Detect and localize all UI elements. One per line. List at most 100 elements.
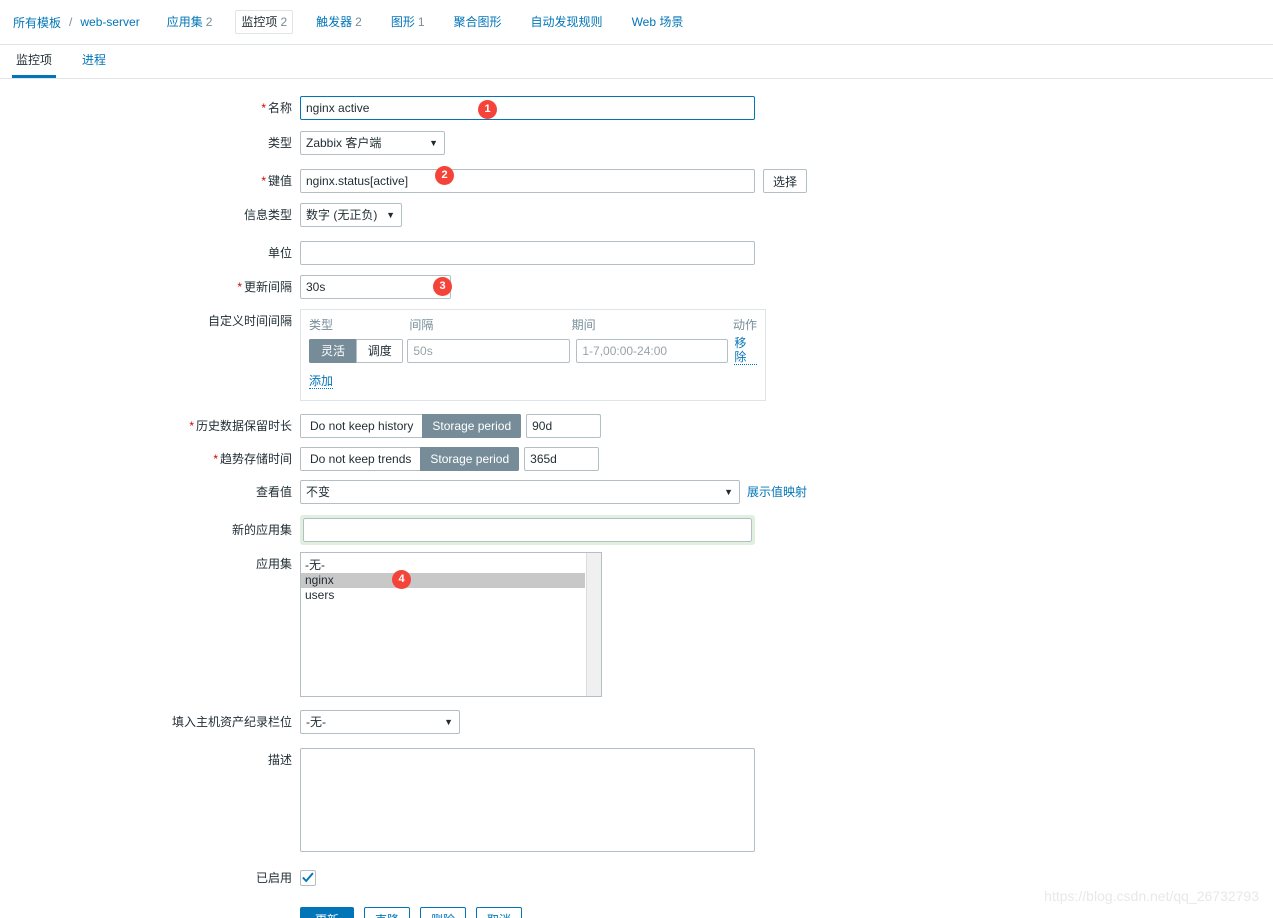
tab-item[interactable]: 监控项 — [12, 53, 57, 78]
nav-link-discovery-rules-label: 自动发现规则 — [530, 15, 603, 29]
trends-do-not-keep-button[interactable]: Do not keep trends — [300, 447, 421, 471]
delete-button[interactable]: 删除 — [420, 907, 467, 918]
nav-link-applications[interactable]: 应用集 2 — [161, 10, 219, 34]
field-applications: -无- nginx users — [300, 552, 602, 697]
breadcrumb-all-templates[interactable]: 所有模板 — [9, 11, 65, 34]
clone-button[interactable]: 克隆 — [364, 907, 411, 918]
new-application-input[interactable] — [303, 518, 752, 542]
type-dropdown[interactable]: Zabbix 客户端 ▼ — [300, 131, 445, 155]
form-row-trends: * 趋势存储时间 Do not keep trends Storage perio… — [0, 447, 1273, 471]
chevron-down-icon: ▼ — [724, 487, 733, 497]
custom-intervals-panel: 类型 间隔 期间 动作 灵活 调度 移除 — [300, 309, 766, 401]
applications-listbox-scrollbar[interactable] — [586, 553, 601, 696]
form-row-applications: 应用集 -无- nginx users — [0, 552, 1273, 697]
label-show-value: 查看值 — [255, 485, 292, 499]
field-trends: Do not keep trends Storage period — [300, 447, 600, 471]
applications-option-nginx[interactable]: nginx — [301, 573, 585, 588]
show-value-dropdown-value: 不变 — [306, 485, 331, 499]
field-update-interval — [300, 275, 451, 299]
nav-link-triggers-count: 2 — [355, 15, 362, 29]
field-new-application — [300, 515, 755, 545]
footer-button-group: 更新 克隆 删除 取消 — [300, 907, 523, 918]
page-root: 所有模板 / web-server 应用集 2 监控项 2 触发器 2 图形 1 聚合图… — [0, 0, 1273, 918]
applications-listbox[interactable]: -无- nginx users — [300, 552, 602, 697]
field-host-inventory: -无- ▼ — [300, 710, 460, 738]
chevron-down-icon: ▼ — [429, 138, 438, 148]
step-badge-4: 4 — [392, 570, 411, 589]
custom-interval-period-input[interactable] — [576, 338, 729, 363]
label-update-interval: * 更新间隔 — [237, 280, 292, 294]
update-interval-input[interactable] — [300, 275, 451, 299]
required-marker-update-interval: * — [237, 280, 242, 294]
update-button[interactable]: 更新 — [300, 907, 355, 918]
tab-preprocessing[interactable]: 进程 — [78, 53, 110, 78]
description-textarea[interactable] — [300, 748, 755, 852]
nav-link-screens[interactable]: 聚合图形 — [448, 10, 508, 34]
custom-interval-mode-scheduling[interactable]: 调度 — [356, 338, 404, 363]
form-row-history: * 历史数据保留时长 Do not keep history Storage pe… — [0, 414, 1273, 438]
units-input[interactable] — [300, 241, 755, 265]
type-dropdown-value: Zabbix 客户端 — [306, 136, 382, 150]
nav-link-triggers-label: 触发器 — [316, 15, 353, 29]
nav-link-applications-label: 应用集 — [166, 15, 203, 29]
form-row-info-type: 信息类型 数字 (无正负) ▼ — [0, 203, 1273, 231]
custom-intervals-header-type: 类型 — [309, 318, 334, 332]
step-badge-1: 1 — [478, 100, 497, 119]
label-custom-intervals: 自定义时间间隔 — [207, 314, 292, 328]
nav-link-items[interactable]: 监控项 2 — [235, 10, 294, 34]
name-input[interactable] — [300, 96, 755, 120]
custom-interval-add-link[interactable]: 添加 — [309, 374, 334, 389]
trends-storage-input[interactable] — [524, 447, 600, 471]
history-mode-toggle: Do not keep history Storage period — [300, 414, 522, 438]
label-type: 类型 — [267, 136, 292, 150]
trends-storage-period-button[interactable]: Storage period — [420, 447, 520, 471]
info-type-dropdown[interactable]: 数字 (无正负) ▼ — [300, 203, 402, 227]
custom-interval-value-input[interactable] — [407, 338, 571, 363]
nav-link-discovery-rules[interactable]: 自动发现规则 — [525, 10, 609, 34]
key-input[interactable] — [300, 169, 755, 193]
applications-option-none[interactable]: -无- — [301, 558, 601, 573]
custom-interval-remove-link[interactable]: 移除 — [734, 336, 757, 365]
label-key: * 键值 — [261, 174, 292, 188]
host-inventory-dropdown[interactable]: -无- ▼ — [300, 710, 460, 734]
nav-link-items-label: 监控项 — [241, 15, 278, 29]
nav-link-triggers[interactable]: 触发器 2 — [310, 10, 368, 34]
form-row-key: *键值 选择 — [0, 169, 1273, 193]
cancel-button[interactable]: 取消 — [476, 907, 523, 918]
custom-intervals-header-period: 期间 — [571, 318, 596, 332]
host-inventory-dropdown-value: -无- — [306, 715, 326, 729]
history-storage-period-button[interactable]: Storage period — [422, 414, 522, 438]
label-info-type: 信息类型 — [243, 208, 292, 222]
nav-link-web-scenarios[interactable]: Web 场景 — [626, 10, 690, 34]
label-new-application: 新的应用集 — [231, 523, 292, 537]
custom-intervals-header: 类型 间隔 期间 动作 — [309, 316, 757, 333]
field-description — [300, 748, 755, 857]
show-value-dropdown[interactable]: 不变 ▼ — [300, 480, 740, 504]
field-info-type: 数字 (无正负) ▼ — [300, 203, 402, 231]
enabled-checkbox[interactable] — [300, 870, 316, 886]
new-application-highlight-wrap — [300, 515, 755, 545]
history-storage-input[interactable] — [526, 414, 602, 438]
custom-interval-mode-flexible[interactable]: 灵活 — [309, 338, 357, 363]
form-row-update-interval: * 更新间隔 — [0, 275, 1273, 299]
key-select-button[interactable]: 选择 — [763, 169, 808, 193]
label-applications: 应用集 — [255, 557, 292, 571]
nav-link-screens-label: 聚合图形 — [453, 15, 502, 29]
show-value-mapping-link[interactable]: 展示值映射 — [747, 485, 807, 499]
form-row-new-application: 新的应用集 — [0, 515, 1273, 545]
label-trends: * 趋势存储时间 — [213, 452, 292, 466]
form-row-custom-intervals: 自定义时间间隔 类型 间隔 期间 动作 灵活 调度 50s 1-7,00:00-… — [0, 309, 1273, 401]
label-name: * 名称 — [261, 101, 292, 115]
form-row-show-value: 查看值 不变 ▼ 展示值映射 — [0, 480, 1273, 504]
field-history: Do not keep history Storage period — [300, 414, 602, 438]
history-do-not-keep-button[interactable]: Do not keep history — [300, 414, 423, 438]
field-type: Zabbix 客户端 ▼ — [300, 131, 445, 159]
applications-option-users[interactable]: users — [301, 588, 601, 603]
check-icon — [302, 872, 314, 883]
sub-tab-bar: 监控项 进程 — [0, 45, 1273, 79]
field-enabled — [300, 870, 316, 891]
breadcrumb-host[interactable]: web-server — [76, 12, 143, 32]
nav-link-graphs[interactable]: 图形 1 — [385, 10, 431, 34]
breadcrumb-separator: / — [69, 15, 73, 29]
field-key: 选择 — [300, 169, 808, 193]
